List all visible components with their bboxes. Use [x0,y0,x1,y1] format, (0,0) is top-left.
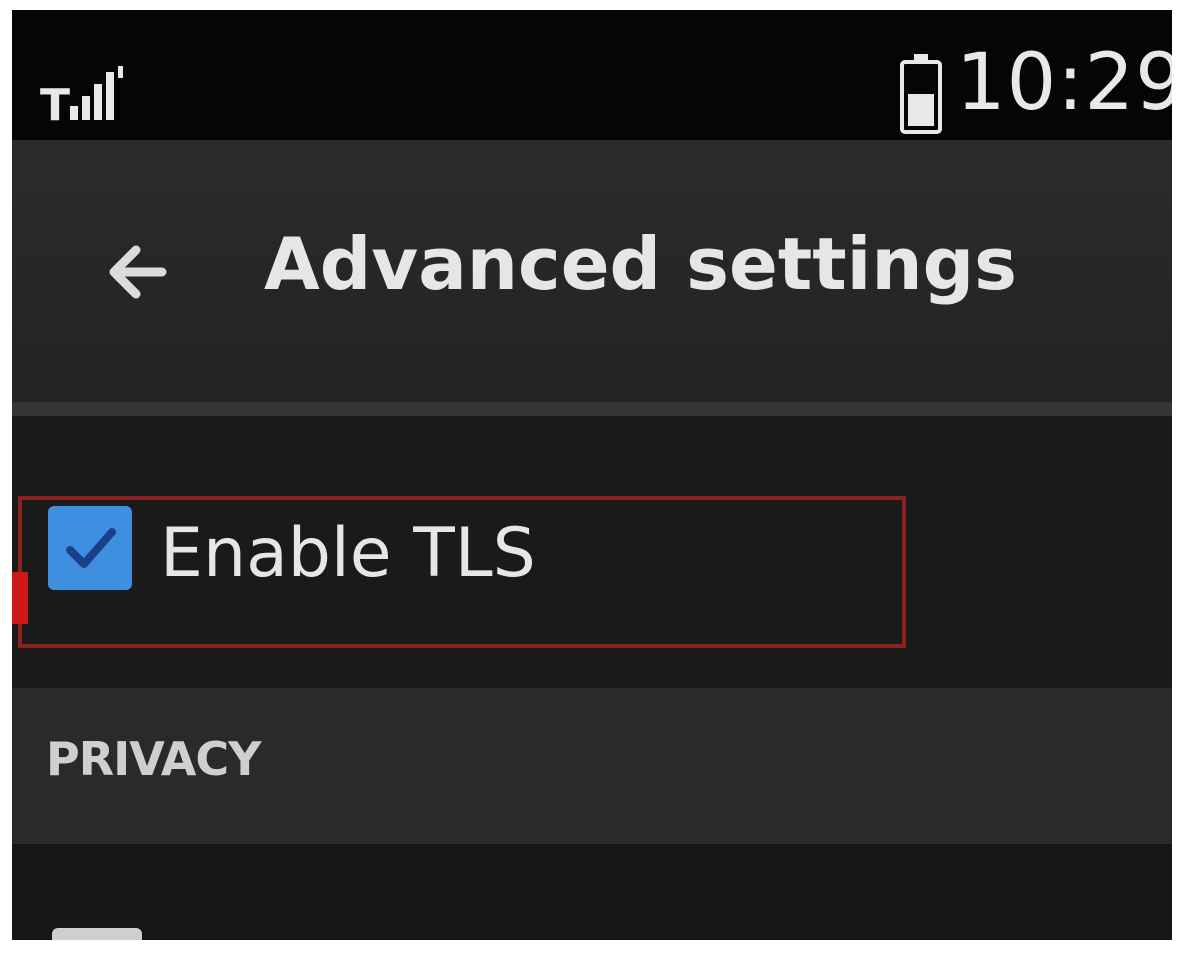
enable-tls-label: Enable TLS [160,514,536,593]
back-button[interactable] [92,232,182,312]
header-divider [12,402,1172,416]
privacy-section-label: PRIVACY [46,732,261,786]
status-time: 10:29 [956,38,1172,128]
phone-screen: T 10:29 Advanced settings Enable TLS PRI… [12,10,1172,940]
partial-list-item [52,928,142,940]
arrow-left-icon [109,245,167,299]
privacy-list [12,844,1172,940]
highlight-marker [12,572,28,624]
carrier-indicator: T [40,80,70,126]
battery-icon [900,54,942,134]
enable-tls-checkbox[interactable] [48,506,132,590]
checkmark-icon [66,528,116,568]
page-title: Advanced settings [264,222,1018,306]
status-bar: T 10:29 [12,10,1172,140]
signal-bars-icon: T [40,66,123,126]
